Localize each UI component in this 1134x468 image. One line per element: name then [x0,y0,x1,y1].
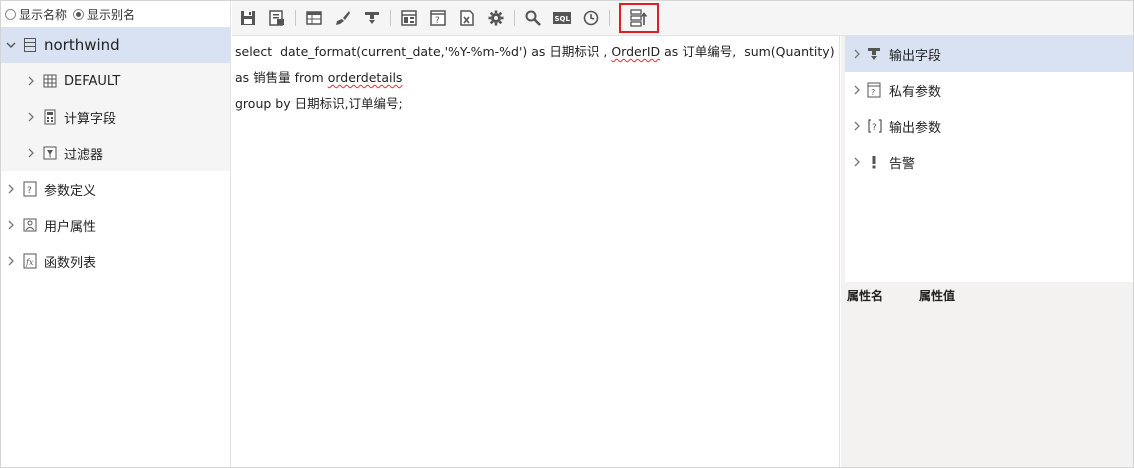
tree-item-output-param-label: 输出参数 [889,120,942,136]
tree-item-alert[interactable]: 告警 [845,144,1133,180]
layout-icon[interactable] [398,7,420,29]
tree-item-param-define-label: 参数定义 [44,183,97,199]
tree-item-default-label: DEFAULT [64,73,121,89]
sql-line-1-error-token-2: orderdetails [327,70,403,85]
gear-icon[interactable] [485,7,507,29]
radio-show-alias-label: 显示别名 [87,7,136,22]
svg-text:?: ? [435,16,440,26]
tree-item-user-attr-label: 用户属性 [44,219,97,235]
chevron-right-icon[interactable] [5,255,17,267]
tree-item-filter-label: 过滤器 [64,147,104,163]
toolbar-separator [514,10,515,26]
chevron-down-icon[interactable] [5,39,17,51]
output-param-icon: ? [867,118,882,134]
table-grid-icon [43,73,57,89]
save-icon[interactable] [237,7,259,29]
svg-text:fx: fx [25,258,34,267]
chevron-right-icon[interactable] [5,219,17,231]
param-icon[interactable]: ? [427,7,449,29]
param-define-icon: ? [23,181,37,197]
tree-item-param-define[interactable]: ? 参数定义 [1,171,230,207]
tree-item-private-param-label: 私有参数 [889,84,942,100]
tree-item-calc-field[interactable]: 计算字段 [1,99,230,135]
search-icon[interactable] [522,7,544,29]
user-attr-icon [23,217,37,233]
alert-icon [867,154,881,170]
brush-icon[interactable] [332,7,354,29]
output-field-icon[interactable] [361,7,383,29]
chevron-right-icon[interactable] [851,120,863,132]
toolbar-separator [390,10,391,26]
sql-line-1-error-token: OrderID [611,44,661,59]
tree-item-alert-label: 告警 [889,156,916,172]
excel-icon[interactable] [456,7,478,29]
tree-item-calc-field-label: 计算字段 [64,111,117,127]
clock-icon[interactable] [580,7,602,29]
sql-line-1: select date_format(current_date,'%Y-%m-%… [235,39,837,91]
radio-show-name-dot[interactable] [5,8,16,20]
radio-show-alias[interactable]: 显示别名 [73,6,135,23]
chevron-right-icon[interactable] [25,111,37,123]
tree-item-output-param[interactable]: ? 输出参数 [845,108,1133,144]
save-as-icon[interactable] [266,7,288,29]
toolbar-separator [609,10,610,26]
database-icon [23,37,37,53]
sql-line-2: group by 日期标识,订单编号; [235,96,403,111]
toolbar: ? SQL [232,1,1133,36]
chevron-right-icon[interactable] [25,75,37,87]
function-list-icon: fx [23,253,37,269]
tree-item-private-param[interactable]: ? 私有参数 [845,72,1133,108]
sql-editor[interactable]: select date_format(current_date,'%Y-%m-%… [233,36,840,467]
tree-item-user-attr[interactable]: 用户属性 [1,207,230,243]
sql-line-1-part-a: select date_format(current_date,'%Y-%m-%… [235,44,612,59]
tree-root-northwind[interactable]: northwind [1,27,230,63]
property-value-header: 属性值 [919,289,956,303]
filter-icon [43,145,57,161]
tree-item-function-list-label: 函数列表 [44,255,97,271]
table-view-icon[interactable] [303,7,325,29]
svg-text:?: ? [872,123,877,133]
calculator-icon [43,109,57,125]
tree-root-label: northwind [44,36,120,54]
radio-show-name[interactable]: 显示名称 [5,6,67,23]
tree-item-output-field-label: 输出字段 [889,48,942,64]
radio-show-name-label: 显示名称 [19,7,68,22]
field-move-icon[interactable] [619,3,659,33]
private-param-icon: ? [867,82,881,98]
tree-item-default[interactable]: DEFAULT [1,63,230,99]
tree-item-filter[interactable]: 过滤器 [1,135,230,171]
tree-item-output-field[interactable]: 输出字段 [845,36,1133,72]
property-name-header: 属性名 [847,289,884,303]
chevron-right-icon[interactable] [851,84,863,96]
chevron-right-icon[interactable] [5,183,17,195]
sql-icon-text: SQL [555,15,571,23]
right-panel: 输出字段 ? 私有参数 ? 输出参数 告警 属性名 属性值 [841,36,1133,467]
sql-icon[interactable]: SQL [551,7,573,29]
property-header: 属性名 属性值 [847,287,991,304]
output-tree: 输出字段 ? 私有参数 ? 输出参数 告警 [845,36,1133,282]
svg-text:?: ? [27,186,32,196]
tree-item-function-list[interactable]: fx 函数列表 [1,243,230,279]
svg-text:?: ? [871,88,875,97]
output-field-icon [867,46,881,62]
radio-show-alias-dot[interactable] [73,8,85,20]
display-mode-group: 显示名称 显示别名 [1,1,230,27]
toolbar-separator [295,10,296,26]
chevron-right-icon[interactable] [25,147,37,159]
chevron-right-icon[interactable] [851,48,863,60]
data-source-panel: 显示名称 显示别名 northwind DEFAULT 计算字段 过滤器 ? 参… [1,1,231,467]
chevron-right-icon[interactable] [851,156,863,168]
